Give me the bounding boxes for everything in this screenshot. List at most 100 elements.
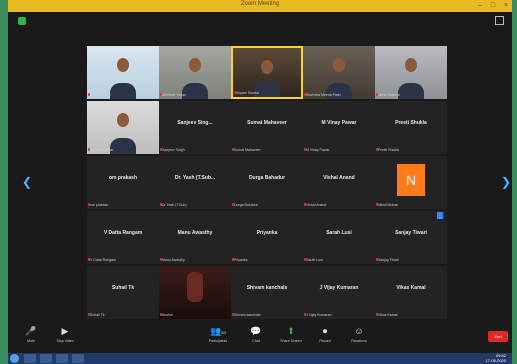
- participant-name-label: Ravindra Meena Patel: [306, 93, 341, 97]
- participant-name-label: V Datta Rangam: [90, 258, 116, 262]
- participant-video: [87, 46, 159, 99]
- meeting-info-bar: [8, 12, 512, 30]
- participant-name-label: Priyanka: [234, 258, 248, 262]
- participant-name-label: Dr Yash (T.Sub): [162, 203, 187, 207]
- participant-tile[interactable]: Neha Sharma: [375, 46, 447, 99]
- participant-name-label: Manu Awasthy: [162, 258, 185, 262]
- participant-tile[interactable]: Akhilesh Yadav: [159, 46, 231, 99]
- participant-display-name: J Vijay Kumaran: [319, 285, 359, 291]
- taskbar-app-icon[interactable]: [24, 354, 36, 363]
- participant-tile[interactable]: Suhail Tk Suhail Tk: [87, 266, 159, 319]
- participant-name-label: Preeti Shukla: [378, 148, 399, 152]
- participant-display-name: M Vinay Pawar: [321, 120, 357, 126]
- share-screen-button[interactable]: ⬆ Share Screen: [276, 326, 306, 343]
- participant-avatar: N: [397, 164, 425, 196]
- participant-display-name: Sarah Lusi: [326, 230, 352, 236]
- participant-display-name: Sanjay Tiwari: [395, 230, 427, 236]
- share-screen-icon: ⬆: [287, 326, 295, 336]
- meeting-toolbar: 🎤 Mute ▶ Stop Video 👥83 Participants 💬 C…: [8, 322, 512, 353]
- participant-name-label: Ganesh Bhat: [90, 93, 111, 97]
- taskbar-app-icon[interactable]: [72, 354, 84, 363]
- participants-button[interactable]: 👥83 Participants: [203, 326, 233, 343]
- taskbar-app-icon[interactable]: [56, 354, 68, 363]
- participant-display-name: Dr. Yash (T.Sub...: [174, 175, 216, 181]
- os-taskbar: 09:52 17-08-2020: [8, 353, 512, 364]
- participant-tile[interactable]: Sumat Mahaveer Sumat Mahaveer: [231, 101, 303, 154]
- participant-display-name: Preeti Shukla: [395, 120, 427, 126]
- mute-button[interactable]: 🎤 Mute: [16, 326, 46, 343]
- chat-icon: 💬: [250, 326, 262, 336]
- participant-video: [159, 266, 231, 319]
- participant-tile[interactable]: Ravindra Meena Patel: [303, 46, 375, 99]
- participant-tile[interactable]: Dr. Yash (T.Sub... Dr Yash (T.Sub): [159, 156, 231, 209]
- participant-tile[interactable]: Priyanka Priyanka: [231, 211, 303, 264]
- participant-name-label: Shyam Sundar: [236, 91, 260, 95]
- participant-video: [159, 46, 231, 99]
- title-bar: Zoom Meeting – □ ×: [8, 0, 512, 12]
- participant-tile[interactable]: Durga Bahadur Durga Bahadur: [231, 156, 303, 209]
- chat-button[interactable]: 💬 Chat: [241, 326, 271, 343]
- participant-name-label: Durga Bahadur: [234, 203, 258, 207]
- participant-tile[interactable]: Ganesh Bhat: [87, 46, 159, 99]
- participant-name-label: Sanjay Tiwari: [378, 258, 399, 262]
- participant-display-name: Priyanka: [256, 230, 278, 236]
- reactions-button[interactable]: ☺ Reactions: [344, 326, 374, 343]
- participant-display-name: V Datta Rangam: [103, 230, 143, 236]
- maximize-icon[interactable]: □: [487, 0, 499, 12]
- participant-tile[interactable]: Vikas Kamal Vikas Kamal: [375, 266, 447, 319]
- record-button[interactable]: ⏺ Record: [310, 326, 340, 343]
- participant-tile[interactable]: Shyam Sundar: [231, 46, 303, 99]
- start-icon[interactable]: [10, 354, 19, 363]
- participant-tile[interactable]: N Nikhil Mohan: [375, 156, 447, 209]
- close-icon[interactable]: ×: [500, 0, 512, 12]
- prev-page-icon[interactable]: ❮: [22, 175, 32, 189]
- participant-name-label: Nikhil Mohan: [378, 203, 399, 207]
- participant-tile[interactable]: J Vijay Kumaran J Vijay Kumaran: [303, 266, 375, 319]
- taskbar-app-icon[interactable]: [40, 354, 52, 363]
- participant-name-label: Deepak Kumar: [90, 148, 114, 152]
- participant-tile[interactable]: M Vinay Pawar M Vinay Pawar: [303, 101, 375, 154]
- participant-display-name: Suhail Tk: [111, 285, 135, 291]
- participant-display-name: om prakash: [108, 175, 138, 181]
- participant-name-label: Vikas Kamal: [378, 313, 398, 317]
- participant-display-name: Sanjeev Sing...: [177, 120, 213, 126]
- screen-frame: Zoom Meeting – □ × Ganesh Bhat Akhilesh Y…: [0, 0, 517, 364]
- record-icon: ⏺: [322, 326, 328, 336]
- participant-name-label: Neha Sharma: [378, 93, 400, 97]
- end-meeting-button[interactable]: End: [488, 331, 508, 342]
- participant-tile[interactable]: om prakash om prakash: [87, 156, 159, 209]
- participant-name-label: Shivam kanchals: [234, 313, 261, 317]
- video-camera-icon: ▶: [61, 326, 69, 336]
- next-page-icon[interactable]: ❯: [501, 175, 511, 189]
- participant-name-label: J Vijay Kumaran: [306, 313, 332, 317]
- participants-icon: 👥83: [210, 326, 226, 336]
- zoom-window: Zoom Meeting – □ × Ganesh Bhat Akhilesh Y…: [8, 0, 512, 353]
- participant-name-label: Akhilesh Yadav: [162, 93, 186, 97]
- participant-video: [233, 48, 301, 97]
- participant-name-label: Anshul: [162, 313, 173, 317]
- participant-name-label: Suhail Tk: [90, 313, 105, 317]
- participant-name-label: Sanjeev Singh: [162, 148, 185, 152]
- stop-video-button[interactable]: ▶ Stop Video: [50, 326, 80, 343]
- participant-tile[interactable]: Manu Awasthy Manu Awasthy: [159, 211, 231, 264]
- participant-tile[interactable]: Shivam kanchals Shivam kanchals: [231, 266, 303, 319]
- participant-name-label: om prakash: [90, 203, 109, 207]
- participant-tile[interactable]: Sanjeev Sing... Sanjeev Singh: [159, 101, 231, 154]
- participant-tile[interactable]: Anshul: [159, 266, 231, 319]
- participant-display-name: Manu Awasthy: [177, 230, 213, 236]
- participant-video: [303, 46, 375, 99]
- fullscreen-icon[interactable]: [495, 16, 504, 25]
- shield-icon[interactable]: [18, 17, 26, 25]
- minimize-icon[interactable]: –: [474, 0, 486, 12]
- participant-name-label: Sarah Lusi: [306, 258, 323, 262]
- participant-display-name: Durga Bahadur: [248, 175, 286, 181]
- participant-tile[interactable]: Deepak Kumar: [87, 101, 159, 154]
- window-title: Zoom Meeting: [240, 1, 280, 7]
- participant-tile[interactable]: Vishal Anand Vishal Anand: [303, 156, 375, 209]
- microphone-icon: 🎤: [25, 326, 37, 336]
- participant-tile[interactable]: Preeti Shukla Preeti Shukla: [375, 101, 447, 154]
- reactions-icon: ☺: [354, 326, 364, 336]
- participant-tile[interactable]: Sarah Lusi Sarah Lusi: [303, 211, 375, 264]
- participant-name-label: M Vinay Pawar: [306, 148, 330, 152]
- participant-tile[interactable]: V Datta Rangam V Datta Rangam: [87, 211, 159, 264]
